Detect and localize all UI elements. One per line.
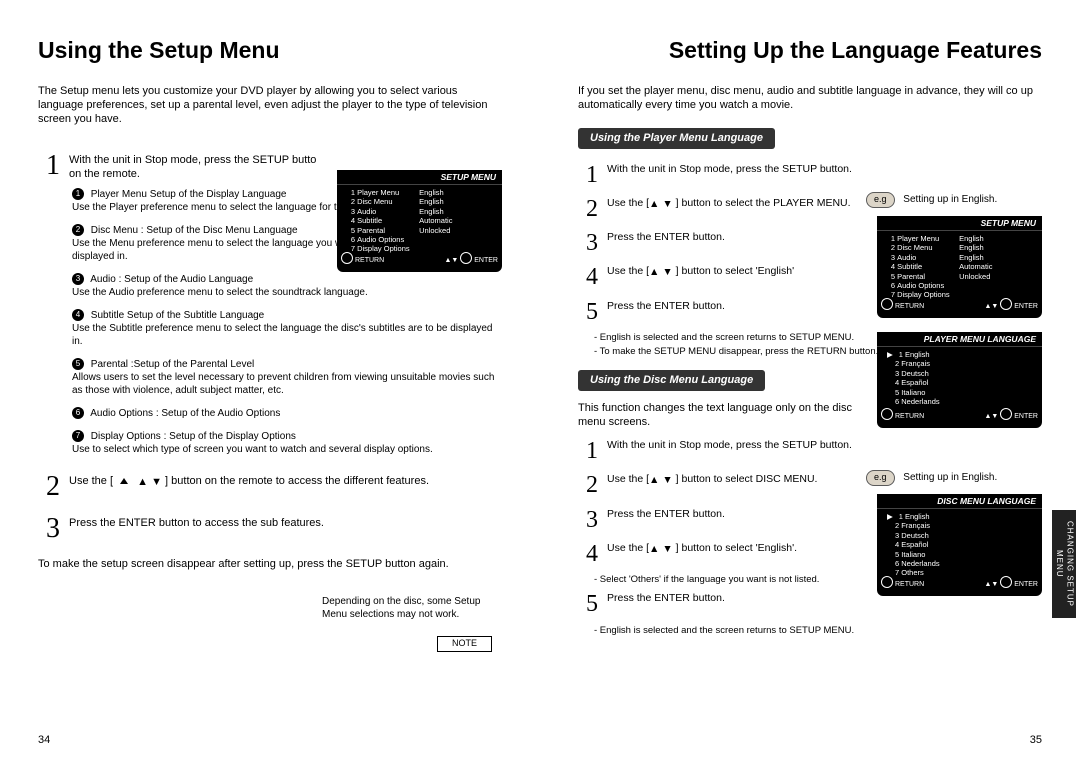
eg-row-1: e.g Setting up in English. [866,192,1036,208]
page-left: Using the Setup Menu The Setup menu lets… [0,0,540,765]
eg-text: Setting up in English. [903,472,997,483]
up-down-icon: ▲ ▼ [649,474,673,488]
subnote: - English is selected and the screen ret… [578,625,1042,637]
eg-label: e.g [866,470,895,486]
return-label: RETURN [355,257,384,264]
up-down-icon: ▲ ▼ [649,543,673,557]
circ-icon: 2 [72,224,84,236]
page-number: 35 [1030,733,1042,747]
bullet-lead: Audio : Setup of the Audio Language [90,274,253,285]
osd-title: SETUP MENU [337,170,502,185]
eg-text: Setting up in English. [903,194,997,205]
bullet-body: Use the Subtitle preference menu to sele… [72,323,493,347]
enter-icon [1000,576,1012,588]
bullet-lead: Audio Options : Setup of the Audio Optio… [90,408,280,419]
note-box: NOTE [437,636,492,652]
enter-label: ENTER [474,257,498,264]
bullet-lead: Display Options : Setup of the Display O… [91,431,296,442]
section-pill-disc: Using the Disc Menu Language [578,370,765,390]
bullet-lead: Player Menu Setup of the Display Languag… [91,189,287,200]
bullet-lead: Subtitle Setup of the Subtitle Language [91,310,264,321]
circ-icon: 6 [72,407,84,419]
circ-icon: 7 [72,430,84,442]
manual-spread: Using the Setup Menu The Setup menu lets… [0,0,1080,765]
up-down-icon: ▲ ▼ [649,266,673,280]
osd-disc-language: DISC MENU LANGUAGE ▶ 1 English 2 Françai… [877,494,1042,596]
bullet-lead: Parental :Setup of the Parental Level [91,359,254,370]
circ-icon: 1 [72,188,84,200]
page-right: Setting Up the Language Features If you … [540,0,1080,765]
intro-left: The Setup menu lets you customize your D… [38,84,502,127]
enter-icon [460,252,472,264]
endnote: To make the setup screen disappear after… [38,557,502,571]
step2-b: ] button on the remote to access the dif… [165,475,429,487]
steplist-left: 1 With the unit in Stop mode, press the … [38,145,368,188]
return-icon [881,298,893,310]
osd-setup-menu-right: SETUP MENU 1 Player MenuEnglish 2 Disc M… [877,216,1042,318]
page-number: 34 [38,733,50,747]
up-down-icon: ▲ ▼ [649,198,673,212]
intro-right: If you set the player menu, disc menu, a… [578,84,1042,113]
nav-arrows-icon: ▲▼ [444,257,458,264]
step-text: Press the ENTER button to access the sub… [68,510,476,549]
step1-a: With the unit in Stop mode, press the SE… [69,154,316,166]
title-right: Setting Up the Language Features [578,36,1042,66]
osd-title: DISC MENU LANGUAGE [877,494,1042,509]
osd-setup-menu: SETUP MENU 1 Player MenuEnglish 2 Disc M… [337,170,502,272]
enter-icon [1000,298,1012,310]
title-left: Using the Setup Menu [38,36,502,66]
step-num: 3 [40,510,66,549]
return-icon [881,408,893,420]
osd-body: 1 Player MenuEnglish 2 Disc MenuEnglish … [337,185,502,252]
osd-player-language: PLAYER MENU LANGUAGE ▶ 1 English 2 Franç… [877,332,1042,428]
step-num: 2 [40,468,66,507]
bullet-body: Allows users to set the level necessary … [72,372,494,396]
enter-icon [1000,408,1012,420]
steplist-left-2: 2 Use the [ ▲ ▼ ] button on the remote t… [38,466,478,551]
step-text: Use the [ ▲ ▼ ] button on the remote to … [68,468,476,507]
eg-row-2: e.g Setting up in English. [866,470,1036,486]
circ-icon: 3 [72,273,84,285]
osd-title: PLAYER MENU LANGUAGE [877,332,1042,347]
up-down-icon: ▲ ▼ [116,475,162,489]
note-text: Depending on the disc, some Setup Menu s… [322,595,492,621]
return-icon [881,576,893,588]
steplist-disc: 1With the unit in Stop mode, press the S… [578,433,858,572]
edge-tab: CHANGING SETUP MENU [1052,510,1076,618]
osd-title: SETUP MENU [877,216,1042,231]
bullet-body: Use the Audio preference menu to select … [72,287,368,298]
step1-b: on the remote. [69,168,140,180]
disc-intro: This function changes the text language … [578,401,858,430]
step2-a: Use the [ [69,475,113,487]
note-label: NOTE [452,638,477,648]
eg-label: e.g [866,192,895,208]
bullet-body: Use to select which type of screen you w… [72,444,433,455]
step-text: With the unit in Stop mode, press the SE… [68,147,366,186]
step-num: 1 [40,147,66,186]
bullet-lead: Disc Menu : Setup of the Disc Menu Langu… [91,225,298,236]
circ-icon: 5 [72,358,84,370]
circ-icon: 4 [72,309,84,321]
return-icon [341,252,353,264]
steplist-player: 1With the unit in Stop mode, press the S… [578,157,858,330]
section-pill-player: Using the Player Menu Language [578,128,775,148]
